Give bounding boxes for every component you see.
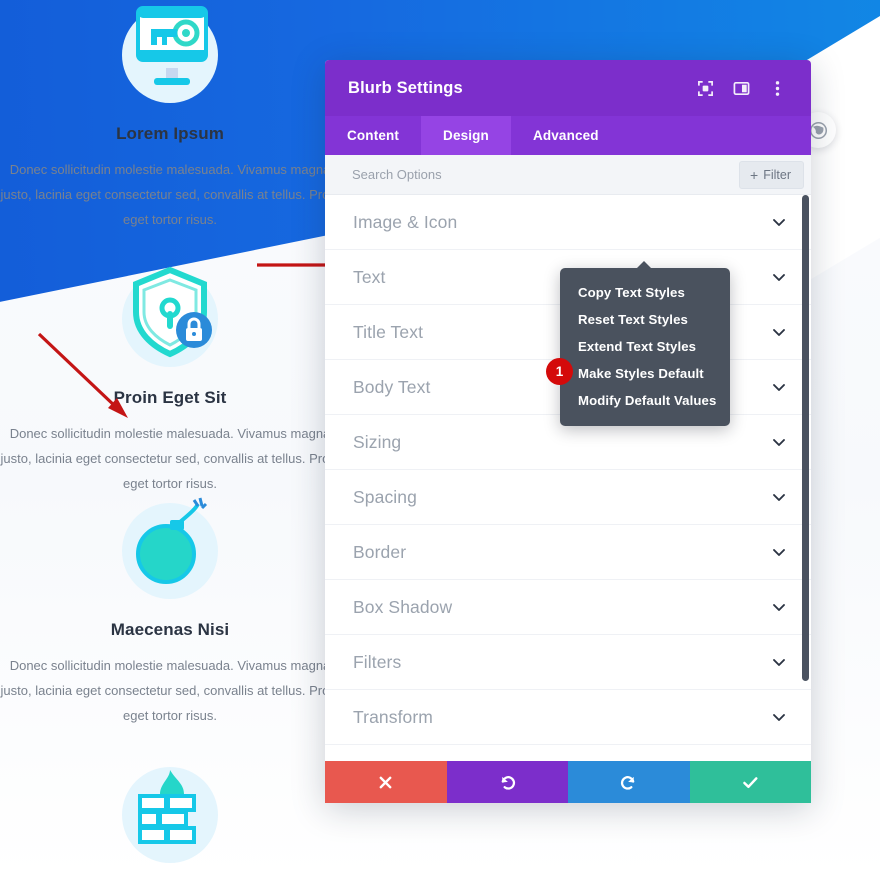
settings-list-scrollbar[interactable] xyxy=(802,195,809,681)
setting-label: Filters xyxy=(353,651,402,672)
save-button[interactable] xyxy=(689,761,811,803)
search-bar: + Filter xyxy=(325,155,811,195)
more-vertical-icon[interactable] xyxy=(762,73,792,103)
chevron-down-icon xyxy=(773,549,785,556)
chevron-down-icon xyxy=(773,329,785,336)
blurb-proin-eget-sit: Proin Eget Sit Donec sollicitudin molest… xyxy=(0,264,340,496)
step-badge: 1 xyxy=(546,358,573,385)
text-styles-context-menu: Copy Text Styles Reset Text Styles Exten… xyxy=(546,261,730,426)
modal-tab-bar: Content Design Advanced xyxy=(325,116,811,155)
chevron-down-icon xyxy=(773,384,785,391)
setting-label: Border xyxy=(353,541,407,562)
close-icon xyxy=(379,776,392,788)
chevron-down-icon xyxy=(773,219,785,226)
chevron-down-icon xyxy=(773,274,785,281)
plus-icon: + xyxy=(750,166,759,183)
cancel-button[interactable] xyxy=(325,761,447,803)
page-title: Blurb Settings xyxy=(348,78,463,97)
setting-label: Spacing xyxy=(353,486,417,507)
chevron-down-icon xyxy=(773,714,785,721)
bomb-icon xyxy=(105,496,235,606)
screenshot-root: Lorem Ipsum Donec sollicitudin molestie … xyxy=(0,0,880,879)
blurb-title: Proin Eget Sit xyxy=(113,388,227,407)
check-icon xyxy=(742,776,758,788)
menu-item-copy-text-styles[interactable]: Copy Text Styles xyxy=(560,279,730,306)
layout-panel-icon[interactable] xyxy=(726,73,756,103)
setting-label: Transform xyxy=(353,706,433,727)
menu-item-reset-text-styles[interactable]: Reset Text Styles xyxy=(560,306,730,333)
setting-row-filters[interactable]: Filters xyxy=(325,635,811,690)
modal-header: Blurb Settings xyxy=(325,60,811,116)
blurb-maecenas-nisi: Maecenas Nisi Donec sollicitudin molesti… xyxy=(0,496,340,728)
blurb-title: Lorem Ipsum xyxy=(116,124,224,143)
menu-item-modify-default-values[interactable]: Modify Default Values xyxy=(560,387,730,414)
shield-lock-icon xyxy=(105,264,235,374)
blurb-title: Maecenas Nisi xyxy=(110,620,230,639)
undo-icon xyxy=(501,775,515,790)
blurb-sollicitudin: Sollicitudin Donec sollicitudin molestie… xyxy=(0,760,340,879)
blurb-settings-modal: Blurb Settings Content Design Advanced S… xyxy=(325,60,811,803)
search-input[interactable] xyxy=(352,167,740,182)
firewall-icon xyxy=(105,760,235,870)
setting-row-image-icon[interactable]: Image & Icon xyxy=(325,195,811,250)
chevron-down-icon xyxy=(773,494,785,501)
setting-label: Sizing xyxy=(353,431,402,452)
redo-button[interactable] xyxy=(568,761,690,803)
setting-row-spacing[interactable]: Spacing xyxy=(325,470,811,525)
tab-advanced[interactable]: Advanced xyxy=(511,116,621,155)
setting-label: Box Shadow xyxy=(353,596,453,617)
blurb-column-right: Maecenas Nisi Donec sollicitudin molesti… xyxy=(0,496,340,879)
redo-icon xyxy=(621,775,635,790)
chevron-down-icon xyxy=(773,439,785,446)
chevron-down-icon xyxy=(773,659,785,666)
blurb-lorem-ipsum: Lorem Ipsum Donec sollicitudin molestie … xyxy=(0,0,340,232)
blurb-body: Donec sollicitudin molestie malesuada. V… xyxy=(0,658,340,723)
focus-icon[interactable] xyxy=(690,73,720,103)
tab-design[interactable]: Design xyxy=(421,116,511,155)
setting-label: Image & Icon xyxy=(353,211,458,232)
context-menu-caret xyxy=(636,261,652,269)
setting-row-animation[interactable]: Animation xyxy=(325,745,811,761)
filter-button-label: Filter xyxy=(763,167,791,182)
chevron-down-icon xyxy=(773,604,785,611)
setting-row-box-shadow[interactable]: Box Shadow xyxy=(325,580,811,635)
setting-row-border[interactable]: Border xyxy=(325,525,811,580)
monitor-key-icon xyxy=(105,0,235,110)
modal-footer xyxy=(325,761,811,803)
filter-button[interactable]: + Filter xyxy=(739,160,804,189)
menu-item-extend-text-styles[interactable]: Extend Text Styles xyxy=(560,333,730,360)
setting-row-transform[interactable]: Transform xyxy=(325,690,811,745)
blurb-body: Donec sollicitudin molestie malesuada. V… xyxy=(0,426,340,491)
menu-item-make-styles-default[interactable]: Make Styles Default xyxy=(560,360,730,387)
blurb-body: Donec sollicitudin molestie malesuada. V… xyxy=(0,162,340,227)
tab-content[interactable]: Content xyxy=(325,116,421,155)
undo-button[interactable] xyxy=(446,761,568,803)
